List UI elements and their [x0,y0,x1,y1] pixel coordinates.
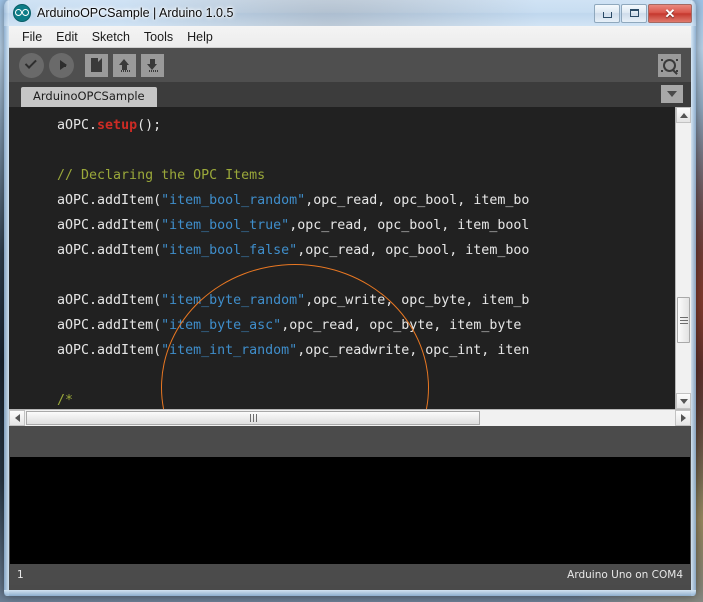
code-line: /* [41,393,74,408]
arrow-right-icon [60,60,67,70]
editor-horizontal-scrollbar[interactable] [9,409,691,426]
editor-vertical-scrollbar[interactable] [675,107,691,409]
code-editor[interactable]: aOPC.setup(); // Declaring the OPC Items… [9,107,691,409]
window-title: ArduinoOPCSample | Arduino 1.0.5 [37,6,234,20]
menu-bar: File Edit Sketch Tools Help [9,26,691,48]
menu-item-sketch[interactable]: Sketch [85,28,137,46]
code-line: aOPC.addItem("item_int_random",opc_readw… [41,343,530,358]
board-indicator: Arduino Uno on COM4 [567,568,683,581]
grip-icon [249,414,257,422]
code-text[interactable]: aOPC.setup(); // Declaring the OPC Items… [9,107,675,409]
menu-item-edit[interactable]: Edit [49,28,85,46]
scroll-down-button[interactable] [676,393,691,409]
triangle-down-icon [679,398,688,404]
client-area: File Edit Sketch Tools Help ArduinoOPCSa… [9,26,691,590]
maximize-icon [629,9,639,17]
triangle-up-icon [679,112,688,118]
code-line: aOPC.addItem("item_byte_asc",opc_read, o… [41,318,522,333]
magnifier-icon [663,58,676,72]
triangle-right-icon [680,414,686,422]
arrow-up-icon [118,58,132,73]
minimize-button[interactable] [594,3,620,23]
code-line: aOPC.addItem("item_bool_random",opc_read… [41,193,530,208]
tab-arduinoopcsample[interactable]: ArduinoOPCSample [21,86,157,107]
serial-monitor-button[interactable] [658,53,681,77]
verify-button[interactable] [19,52,44,78]
chevron-down-icon [667,91,677,97]
horizontal-scroll-thumb[interactable] [26,411,480,425]
menu-item-file[interactable]: File [15,28,49,46]
console-output [10,457,690,564]
window-controls: ✕ [593,3,692,23]
maximize-button[interactable] [621,3,647,23]
upload-button[interactable] [49,52,74,78]
status-bar: 1 Arduino Uno on COM4 [9,564,691,585]
menu-item-help[interactable]: Help [180,28,220,46]
scroll-left-button[interactable] [9,410,25,426]
vertical-scroll-thumb[interactable] [677,297,690,343]
tab-dropdown-button[interactable] [661,85,683,103]
tab-bar: ArduinoOPCSample [9,82,691,107]
arduino-infinity-icon [13,4,31,22]
window-frame-right [691,0,696,596]
document-icon [91,58,102,72]
code-line: aOPC.addItem("item_bool_false",opc_read,… [41,243,530,258]
grip-icon [679,316,688,324]
minimize-icon [602,12,612,18]
code-line: // Declaring the OPC Items [41,168,266,183]
menu-item-tools[interactable]: Tools [137,28,180,46]
arrow-down-icon [146,58,160,73]
line-number-indicator: 1 [17,568,24,581]
check-icon [24,56,37,69]
scroll-up-button[interactable] [676,107,691,123]
window-frame-bottom [4,590,696,596]
message-strip [9,426,691,457]
close-button[interactable]: ✕ [648,3,692,23]
new-button[interactable] [85,53,108,77]
toolbar [9,48,691,82]
scroll-right-button[interactable] [675,410,691,426]
code-line: aOPC.addItem("item_byte_random",opc_writ… [41,293,530,308]
code-line: aOPC.addItem("item_bool_true",opc_read, … [41,218,530,233]
close-icon: ✕ [664,5,676,21]
triangle-left-icon [14,414,20,422]
title-bar: ArduinoOPCSample | Arduino 1.0.5 ✕ [4,0,696,26]
arduino-ide-window: ArduinoOPCSample | Arduino 1.0.5 ✕ File … [4,0,696,596]
open-button[interactable] [113,53,136,77]
code-line: aOPC.setup(); [41,118,162,133]
save-button[interactable] [141,53,164,77]
